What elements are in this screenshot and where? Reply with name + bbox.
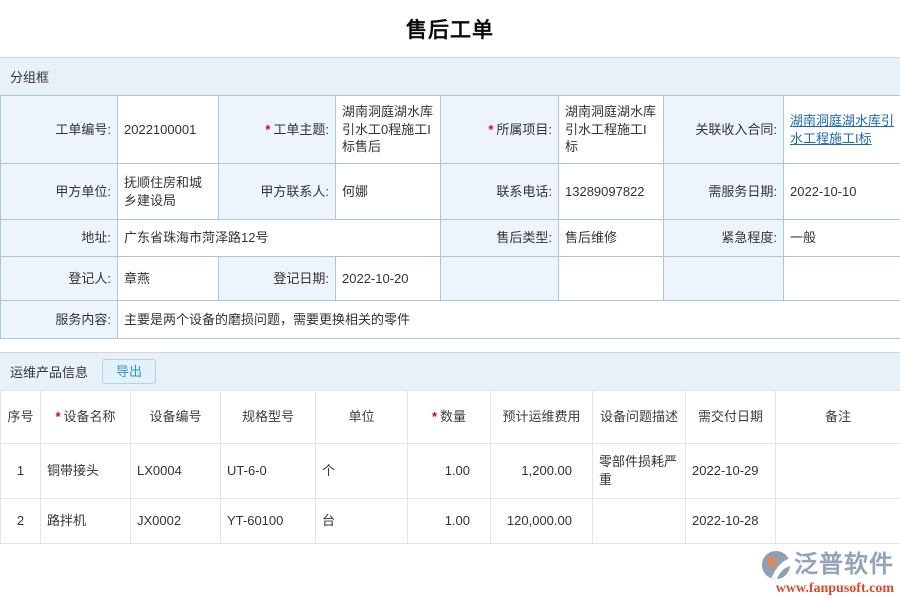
group-box-label: 分组框 — [10, 70, 50, 85]
cell-device-name: 铜带接头 — [40, 443, 131, 499]
form-label-aftersales-type: 售后类型: — [440, 219, 559, 257]
form-value-empty — [558, 256, 664, 301]
form-value-party-a-unit: 抚顺住房和城乡建设局 — [117, 163, 219, 220]
col-header-remark: 备注 — [775, 390, 900, 444]
form-label-registrant: 登记人: — [0, 256, 118, 301]
form-value-register-date: 2022-10-20 — [335, 256, 441, 301]
required-asterisk: * — [55, 409, 61, 425]
form-value-service-content: 主要是两个设备的磨损问题，需要更换相关的零件 — [117, 300, 900, 339]
col-header-unit: 单位 — [315, 390, 408, 444]
cell-quantity: 1.00 — [407, 443, 491, 499]
form-value-empty — [783, 256, 900, 301]
form-value-income-contract: 湖南洞庭湖水库引水工程施工I标 — [783, 95, 900, 164]
form-label-service-date: 需服务日期: — [663, 163, 784, 220]
form-value-phone: 13289097822 — [558, 163, 664, 220]
form-label-empty — [663, 256, 784, 301]
cell-device-no: JX0002 — [130, 498, 221, 544]
cell-unit: 台 — [315, 498, 408, 544]
col-header-device-name: * 设备名称 — [40, 390, 131, 444]
cell-spec-model: YT-60100 — [220, 498, 316, 544]
work-order-form-table: 工单编号: 2022100001 * 工单主题: 湖南洞庭湖水库引水工0程施工I标… — [0, 95, 900, 339]
form-value-registrant: 章燕 — [117, 256, 219, 301]
form-label-urgency: 紧急程度: — [663, 219, 784, 257]
product-section-label: 运维产品信息 — [10, 365, 89, 380]
product-table-header-row: 序号 * 设备名称 设备编号 规格型号 单位 * 数量 预计运维费用 设备问题描述 … — [0, 390, 900, 444]
table-row: 2 路拌机 JX0002 YT-60100 台 1.00 120,000.00 … — [0, 498, 900, 544]
cell-problem-desc: 零部件损耗严重 — [592, 443, 686, 499]
form-label-party-a-unit: 甲方单位: — [0, 163, 118, 220]
form-value-work-order-no: 2022100001 — [117, 95, 219, 164]
col-header-device-no: 设备编号 — [130, 390, 221, 444]
cell-device-no: LX0004 — [130, 443, 221, 499]
product-table: 序号 * 设备名称 设备编号 规格型号 单位 * 数量 预计运维费用 设备问题描述 … — [0, 390, 900, 544]
form-value-project: 湖南洞庭湖水库引水工程施工I标 — [558, 95, 664, 164]
cell-seq: 1 — [0, 443, 41, 499]
group-box-header: 分组框 — [0, 57, 900, 95]
form-label-phone: 联系电话: — [440, 163, 559, 220]
cell-device-name: 路拌机 — [40, 498, 131, 544]
brand-name: 泛普软件 — [794, 550, 894, 578]
form-value-party-a-contact: 何娜 — [335, 163, 441, 220]
footer-brand: 泛普软件 www.fanpusoft.com — [761, 550, 894, 596]
col-header-seq: 序号 — [0, 390, 41, 444]
form-label-service-content: 服务内容: — [0, 300, 118, 339]
cell-problem-desc — [592, 498, 686, 544]
form-label-address: 地址: — [0, 219, 118, 257]
cell-estimated-fee: 1,200.00 — [490, 443, 593, 499]
form-value-subject: 湖南洞庭湖水库引水工0程施工I标售后 — [335, 95, 441, 164]
cell-estimated-fee: 120,000.00 — [490, 498, 593, 544]
form-label-project: * 所属项目: — [440, 95, 559, 164]
form-value-address: 广东省珠海市菏泽路12号 — [117, 219, 441, 257]
product-section-header: 运维产品信息 导出 — [0, 352, 900, 390]
cell-remark — [775, 443, 900, 499]
cell-seq: 2 — [0, 498, 41, 544]
col-header-estimated-fee: 预计运维费用 — [490, 390, 593, 444]
col-header-spec-model: 规格型号 — [220, 390, 316, 444]
table-row: 1 铜带接头 LX0004 UT-6-0 个 1.00 1,200.00 零部件… — [0, 443, 900, 499]
cell-quantity: 1.00 — [407, 498, 491, 544]
required-asterisk: * — [265, 121, 271, 137]
form-value-aftersales-type: 售后维修 — [558, 219, 664, 257]
form-label-empty — [440, 256, 559, 301]
fanpu-logo-icon — [761, 550, 791, 579]
form-value-urgency: 一般 — [783, 219, 900, 257]
cell-delivery-date: 2022-10-28 — [685, 498, 776, 544]
form-label-subject: * 工单主题: — [218, 95, 336, 164]
required-asterisk: * — [431, 409, 438, 425]
col-header-problem-desc: 设备问题描述 — [592, 390, 686, 444]
cell-remark — [775, 498, 900, 544]
brand-website: www.fanpusoft.com — [775, 580, 894, 596]
form-label-register-date: 登记日期: — [218, 256, 336, 301]
form-value-service-date: 2022-10-10 — [783, 163, 900, 220]
form-label-income-contract: 关联收入合同: — [663, 95, 784, 164]
page-title: 售后工单 — [406, 19, 494, 42]
required-asterisk: * — [488, 121, 494, 137]
form-label-work-order-no: 工单编号: — [0, 95, 118, 164]
col-header-quantity: * 数量 — [407, 390, 491, 444]
cell-unit: 个 — [315, 443, 408, 499]
export-button[interactable]: 导出 — [102, 358, 157, 385]
cell-spec-model: UT-6-0 — [220, 443, 316, 499]
form-label-party-a-contact: 甲方联系人: — [218, 163, 336, 220]
col-header-delivery-date: 需交付日期 — [685, 390, 776, 444]
income-contract-link[interactable]: 湖南洞庭湖水库引水工程施工I标 — [790, 113, 894, 146]
cell-delivery-date: 2022-10-29 — [685, 443, 776, 499]
